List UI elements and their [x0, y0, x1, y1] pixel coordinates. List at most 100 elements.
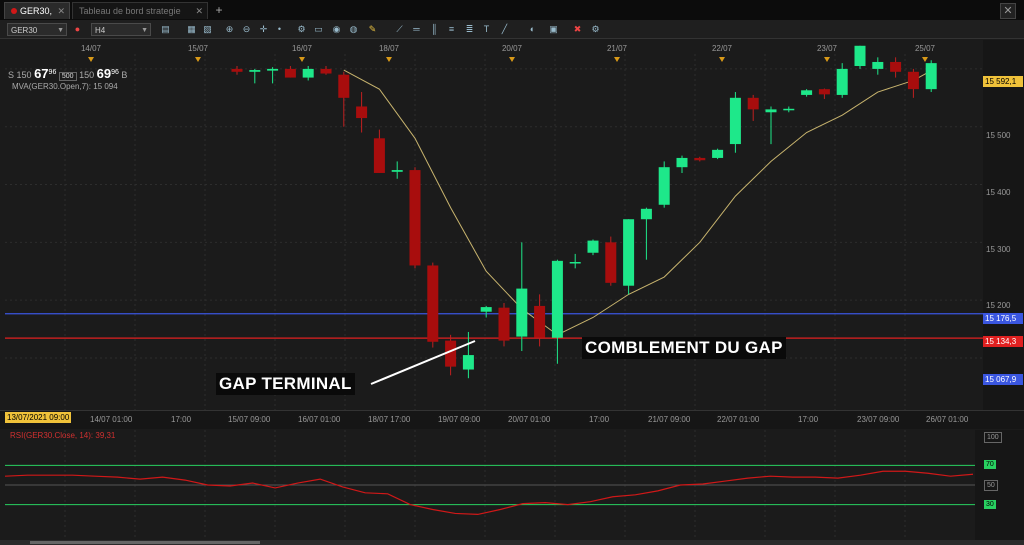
ask-suffix: B — [121, 70, 128, 80]
time-tick: 18/07 17:00 — [368, 415, 411, 424]
candle-bearish — [284, 68, 296, 78]
settings-icon[interactable]: ⚙ — [590, 24, 601, 35]
instrument-value: GER30 — [11, 26, 38, 35]
vertical-line-icon[interactable]: ║ — [429, 24, 440, 35]
tab-strategy-dashboard[interactable]: Tableau de bord strategie (0/0)✕ — [72, 2, 208, 33]
candle-bullish — [267, 68, 279, 71]
time-tick: 21/07 09:00 — [648, 415, 691, 424]
zoom-in-icon[interactable]: ⊕ — [224, 24, 235, 35]
time-tick: 17:00 — [171, 415, 192, 424]
add-tab-button[interactable]: + — [210, 2, 228, 19]
horizontal-line-icon[interactable]: ═ — [411, 24, 422, 35]
close-window-button[interactable]: ✕ — [1000, 3, 1016, 19]
bid-price-fraction: 96 — [48, 69, 57, 76]
candle-bullish — [783, 108, 795, 111]
candle-bullish — [640, 208, 652, 220]
candle-bullish — [712, 149, 724, 158]
chevron-down-icon: ▼ — [57, 27, 64, 34]
candle-bullish — [623, 219, 635, 286]
eye-icon[interactable]: ◉ — [331, 24, 342, 35]
time-tick: 16/07 01:00 — [298, 415, 341, 424]
quote-panel[interactable]: S 150 6796 500 150 6996 B — [8, 66, 127, 81]
time-tick: 17:00 — [589, 415, 610, 424]
zoom-out-icon[interactable]: ⊖ — [241, 24, 252, 35]
date-marker-label: 22/07 — [712, 44, 733, 53]
price-tick: 15 500 — [986, 131, 1011, 140]
point-icon[interactable]: • — [274, 24, 285, 35]
time-tick: 17:00 — [798, 415, 819, 424]
timeframe-select[interactable]: H4 ▼ — [91, 23, 151, 36]
candle-bearish — [694, 157, 706, 161]
fibonacci-icon[interactable]: ≣ — [464, 24, 475, 35]
chart-toolbar — [0, 20, 1024, 39]
mva-indicator-label: MVA(GER30.Open,7): 15 094 — [12, 82, 118, 91]
candle-bearish — [338, 74, 350, 98]
candle-bearish — [356, 106, 368, 119]
candle-bearish — [231, 68, 243, 72]
delete-icon[interactable]: ✖ — [572, 24, 583, 35]
instrument-flag-icon[interactable]: ● — [72, 24, 83, 35]
close-tab-icon[interactable]: ✕ — [57, 3, 65, 20]
date-marker-label: 16/07 — [292, 44, 313, 53]
candle-bullish — [249, 70, 261, 72]
instrument-select[interactable]: GER30 ▼ — [7, 23, 67, 36]
candle-bullish — [925, 63, 937, 90]
timeframe-value: H4 — [95, 26, 106, 35]
close-tab-icon[interactable]: ✕ — [195, 3, 203, 20]
globe-icon[interactable]: ◍ — [348, 24, 359, 35]
text-tool-icon[interactable]: T — [481, 24, 492, 35]
tab-ger30-h4[interactable]: GER30, H4✕ — [4, 2, 70, 33]
rsi-icon[interactable]: ▧ — [202, 24, 213, 35]
comment-icon[interactable]: ▭ — [313, 24, 324, 35]
candle-bullish — [569, 262, 581, 264]
candle-bullish — [765, 109, 777, 113]
ask-price[interactable]: 69 — [97, 66, 111, 81]
date-marker-label: 25/07 — [915, 44, 936, 53]
rsi-chart[interactable] — [5, 430, 975, 540]
candle-bullish — [516, 288, 528, 337]
bid-ask-icon[interactable]: ▦ — [186, 24, 197, 35]
candle-bearish — [409, 170, 421, 266]
scrollbar-thumb[interactable] — [30, 541, 260, 544]
candle-bearish — [534, 305, 546, 338]
indicator-icon[interactable]: ⚙ — [296, 24, 307, 35]
channel-icon[interactable]: ≡ — [446, 24, 457, 35]
pencil-icon[interactable]: ✎ — [367, 24, 378, 35]
gap-fill-annotation: COMBLEMENT DU GAP — [582, 337, 786, 359]
trend-tool-icon[interactable]: ⟋ — [394, 24, 405, 35]
rsi-level-label: 30 — [984, 500, 996, 509]
chart-type-icon[interactable]: ▤ — [160, 24, 171, 35]
candle-bullish — [587, 240, 599, 253]
candle-bearish — [890, 61, 902, 72]
ask-price-fraction: 96 — [111, 69, 119, 76]
quantity-field[interactable]: 500 — [58, 72, 77, 81]
candle-bearish — [605, 242, 617, 283]
candle-bullish — [801, 90, 813, 95]
candle-bullish — [658, 167, 670, 205]
palette-icon[interactable]: ◐ — [527, 24, 538, 35]
price-chart[interactable]: 14/07 15/07 16/07 18/07 20/07 21/07 22/07 23/07… — [5, 40, 983, 410]
date-marker-label: 20/07 — [502, 44, 523, 53]
date-marker-label: 14/07 — [81, 44, 102, 53]
price-axis[interactable] — [983, 40, 1024, 410]
status-dot-icon — [11, 8, 17, 14]
rsi-level-label: 100 — [984, 432, 1002, 443]
candle-bullish — [676, 157, 688, 168]
candle-bullish — [872, 61, 884, 69]
price-tick: 15 200 — [986, 301, 1011, 310]
time-tick: 26/07 01:00 — [926, 415, 969, 424]
chevron-down-icon: ▼ — [141, 27, 148, 34]
crosshair-icon[interactable]: ✛ — [258, 24, 269, 35]
date-marker-label: 18/07 — [379, 44, 400, 53]
bid-price[interactable]: 67 — [34, 66, 48, 81]
save-icon[interactable]: ▣ — [548, 24, 559, 35]
line-tool-icon[interactable]: ╱ — [499, 24, 510, 35]
candle-bullish — [391, 170, 403, 172]
candle-bearish — [427, 265, 439, 342]
date-marker-label: 15/07 — [188, 44, 209, 53]
low-price-label: 15 067,9 — [983, 374, 1023, 385]
rsi-axis[interactable] — [975, 430, 1024, 540]
candle-bearish — [818, 89, 830, 95]
ask-size: 150 — [79, 70, 95, 80]
rsi-level-label: 70 — [984, 460, 996, 469]
